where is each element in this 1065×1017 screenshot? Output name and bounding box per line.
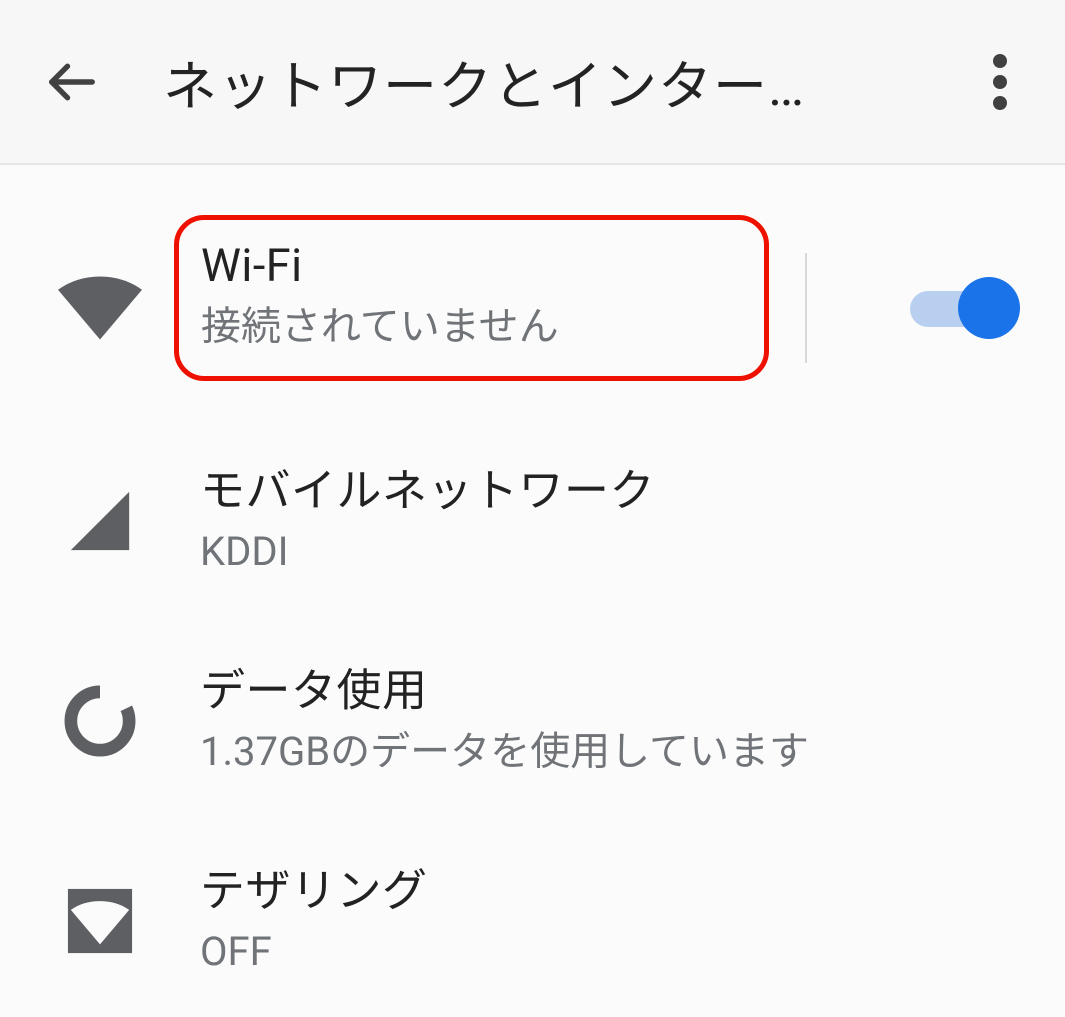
divider (805, 253, 807, 363)
text-cell: Wi-Fi 接続されていません (200, 235, 805, 381)
wifi-highlight: Wi-Fi 接続されていません (174, 215, 769, 381)
settings-item-wifi[interactable]: Wi-Fi 接続されていません (0, 195, 1065, 421)
cellular-icon (65, 486, 135, 556)
switch-thumb (958, 277, 1020, 339)
item-title: テザリング (200, 863, 1035, 919)
settings-list: Wi-Fi 接続されていません モバイルネットワーク KDDI (0, 165, 1065, 1017)
item-title: Wi-Fi (201, 238, 742, 294)
wifi-icon (58, 276, 142, 340)
settings-item-mobile-network[interactable]: モバイルネットワーク KDDI (0, 421, 1065, 621)
hotspot-icon (65, 886, 135, 956)
more-vert-icon (993, 54, 1007, 110)
data-usage-icon (62, 683, 138, 759)
item-title: データ使用 (200, 663, 1035, 719)
overflow-menu-button[interactable] (965, 54, 1035, 110)
wifi-toggle[interactable] (910, 273, 1020, 343)
icon-cell (0, 486, 200, 556)
item-subtitle: 接続されていません (201, 300, 742, 354)
text-cell: モバイルネットワーク KDDI (200, 463, 1035, 579)
item-subtitle: 1.37GBのデータを使用しています (200, 725, 1035, 779)
icon-cell (0, 683, 200, 759)
toggle-cell (805, 273, 1035, 343)
page-title: ネットワークとインター… (163, 42, 965, 121)
app-bar: ネットワークとインター… (0, 0, 1065, 165)
back-button[interactable] (45, 55, 125, 109)
item-subtitle: KDDI (200, 525, 1035, 579)
text-cell: テザリング OFF (200, 863, 1035, 979)
settings-item-tethering[interactable]: テザリング OFF (0, 821, 1065, 1017)
settings-item-data-usage[interactable]: データ使用 1.37GBのデータを使用しています (0, 621, 1065, 821)
text-cell: データ使用 1.37GBのデータを使用しています (200, 663, 1035, 779)
back-arrow-icon (45, 55, 99, 109)
icon-cell (0, 276, 200, 340)
icon-cell (0, 886, 200, 956)
item-title: モバイルネットワーク (200, 463, 1035, 519)
item-subtitle: OFF (200, 925, 1035, 979)
